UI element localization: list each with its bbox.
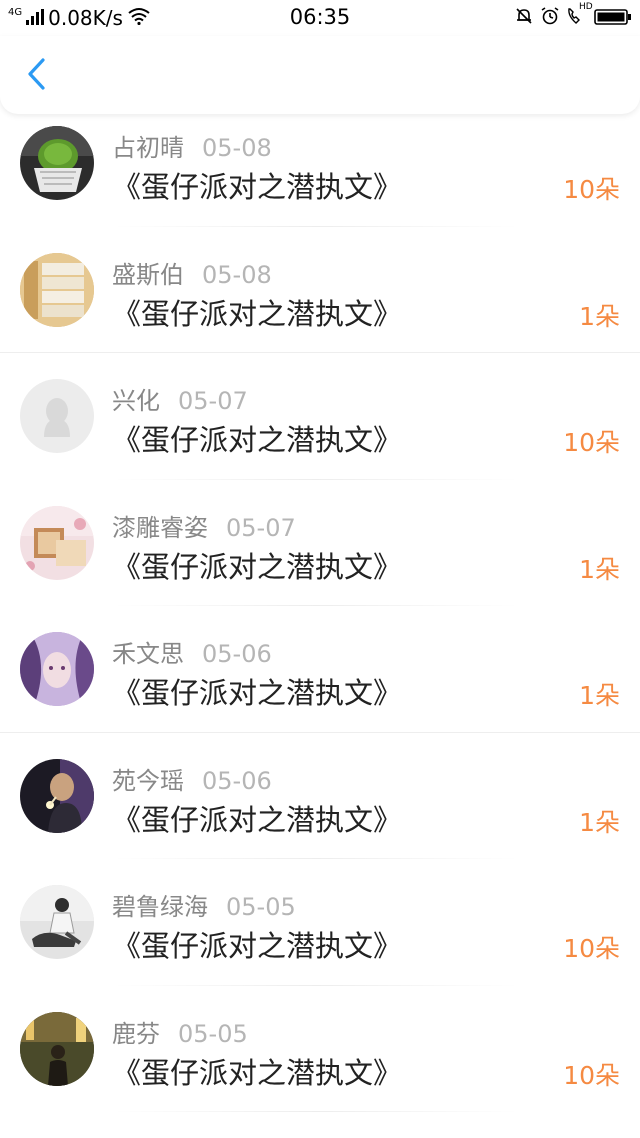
item-meta: 禾文思 05-06 <box>112 634 272 669</box>
chevron-left-icon <box>25 57 47 95</box>
user-name: 兴化 <box>112 387 160 415</box>
avatar <box>20 1011 94 1086</box>
avatar <box>20 632 94 706</box>
item-date: 05-06 <box>202 640 272 668</box>
item-meta: 碧鲁绿海 05-05 <box>112 887 296 922</box>
flower-count: 10朵 <box>563 175 620 204</box>
user-name: 漆雕睿姿 <box>112 513 208 542</box>
avatar <box>20 126 94 200</box>
user-name: 禾文思 <box>112 640 184 668</box>
flower-count: 10朵 <box>563 1060 620 1090</box>
item-meta: 苑今瑶 05-06 <box>112 761 272 796</box>
item-date: 05-07 <box>178 387 248 415</box>
item-meta: 漆雕睿姿 05-07 <box>112 508 296 543</box>
back-button[interactable] <box>16 54 56 98</box>
item-date: 05-05 <box>226 893 296 921</box>
book-title: 《蛋仔派对之潜执文》 <box>112 170 403 204</box>
list-item[interactable]: 漆雕睿姿 05-07 《蛋仔派对之潜执文》 1朵 <box>0 480 640 606</box>
list-item[interactable]: 碧鲁绿海 05-05 《蛋仔派对之潜执文》 10朵 <box>0 859 640 986</box>
item-date: 05-05 <box>178 1019 248 1048</box>
flower-count: 1朵 <box>579 554 620 584</box>
hd-label: HD <box>579 2 593 12</box>
avatar <box>20 505 94 580</box>
flower-count: 1朵 <box>579 807 620 837</box>
book-title: 《蛋仔派对之潜执文》 <box>112 296 403 331</box>
list-item[interactable]: 盛斯伯 05-08 《蛋仔派对之潜执文》 1朵 <box>0 227 640 353</box>
avatar <box>20 758 94 833</box>
list-item[interactable]: 鹿芬 05-05 《蛋仔派对之潜执文》 10朵 <box>0 986 640 1112</box>
item-date: 05-07 <box>226 513 296 542</box>
divider <box>112 1111 520 1112</box>
battery-icon <box>594 7 632 31</box>
flower-count: 10朵 <box>563 934 620 963</box>
user-name: 盛斯伯 <box>112 260 184 289</box>
flower-count: 10朵 <box>563 428 620 457</box>
user-name: 鹿芬 <box>112 1019 160 1048</box>
gift-record-list: 占初晴 05-08 《蛋仔派对之潜执文》 10朵 盛斯伯 05-08 《蛋仔派对之潜… <box>0 100 640 1112</box>
nav-bar <box>0 36 640 114</box>
alarm-icon <box>540 6 560 31</box>
flower-count: 1朵 <box>579 681 620 710</box>
book-title: 《蛋仔派对之潜执文》 <box>112 423 403 457</box>
book-title: 《蛋仔派对之潜执文》 <box>112 549 403 584</box>
book-title: 《蛋仔派对之潜执文》 <box>112 1055 403 1090</box>
status-right: HD <box>514 2 632 31</box>
list-item[interactable]: 苑今瑶 05-06 《蛋仔派对之潜执文》 1朵 <box>0 733 640 859</box>
list-item[interactable]: 禾文思 05-06 《蛋仔派对之潜执文》 1朵 <box>0 606 640 733</box>
item-meta: 鹿芬 05-05 <box>112 1014 248 1049</box>
mute-bell-icon <box>514 6 534 31</box>
status-bar: 4G 0.08K/s 06:35 HD <box>0 0 640 36</box>
item-meta: 盛斯伯 05-08 <box>112 255 272 290</box>
item-date: 05-08 <box>202 134 272 162</box>
hd-call-icon: HD <box>566 2 593 31</box>
list-item[interactable]: 占初晴 05-08 《蛋仔派对之潜执文》 10朵 <box>0 100 640 227</box>
item-date: 05-08 <box>202 260 272 289</box>
flower-count: 1朵 <box>579 301 620 331</box>
item-date: 05-06 <box>202 766 272 795</box>
book-title: 《蛋仔派对之潜执文》 <box>112 929 403 963</box>
default-avatar-icon <box>20 379 94 453</box>
item-meta: 占初晴 05-08 <box>112 128 272 163</box>
book-title: 《蛋仔派对之潜执文》 <box>112 802 403 837</box>
avatar <box>20 252 94 327</box>
user-name: 碧鲁绿海 <box>112 893 208 921</box>
avatar <box>20 885 94 959</box>
list-item[interactable]: 兴化 05-07 《蛋仔派对之潜执文》 10朵 <box>0 353 640 480</box>
user-name: 苑今瑶 <box>112 766 184 795</box>
user-name: 占初晴 <box>112 134 184 162</box>
book-title: 《蛋仔派对之潜执文》 <box>112 676 403 710</box>
item-meta: 兴化 05-07 <box>112 381 248 416</box>
